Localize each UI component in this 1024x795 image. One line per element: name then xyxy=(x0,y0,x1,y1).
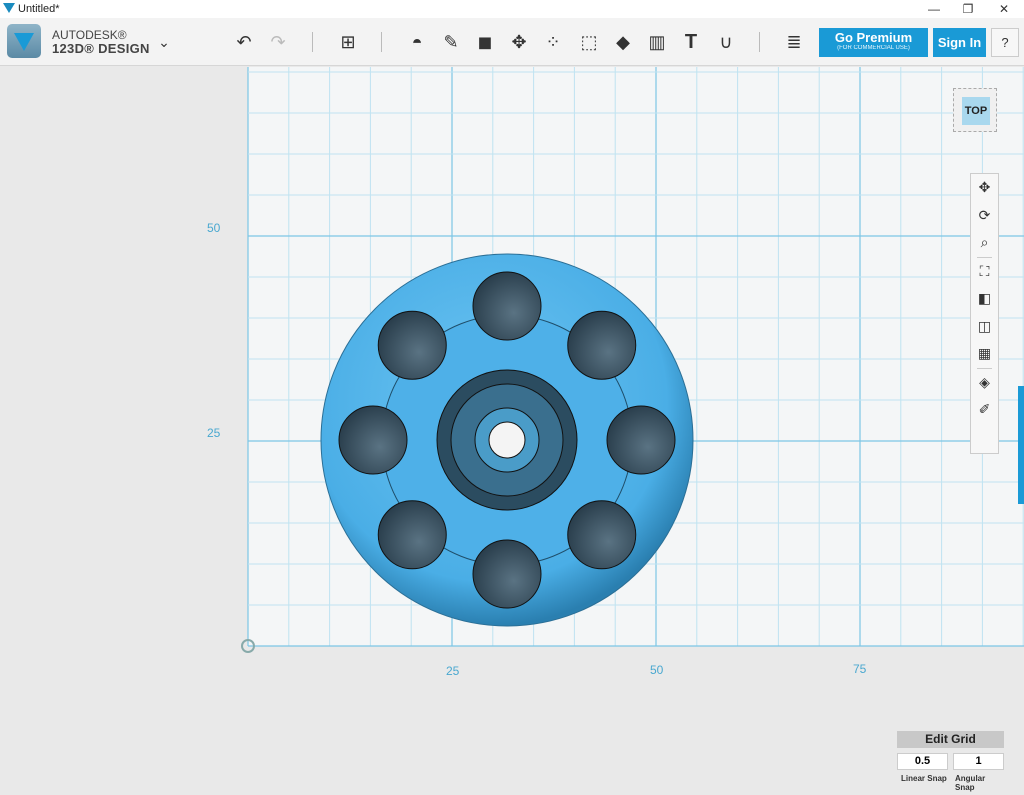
grid-panel: Edit Grid 0.5 1 Linear Snap Angular Snap xyxy=(897,731,1004,792)
window-title: Untitled* xyxy=(18,3,60,15)
brand-line2: 123D® DESIGN xyxy=(52,41,150,56)
wheel-hole xyxy=(606,405,676,475)
zoom-icon[interactable]: ⌕ xyxy=(971,229,998,257)
pattern-icon[interactable]: ⁘ xyxy=(541,30,565,54)
wheel-hole xyxy=(377,310,447,380)
wheel-hole xyxy=(472,271,542,341)
fit-icon[interactable]: ⛶ xyxy=(971,258,998,286)
wheel-hole xyxy=(567,500,637,570)
x-axis-label: 75 xyxy=(853,662,867,676)
group-icon[interactable]: ⬚ xyxy=(577,30,601,54)
x-axis-label: 25 xyxy=(446,664,460,678)
linear-snap-input[interactable]: 0.5 xyxy=(897,753,948,770)
construct-icon[interactable]: ✎ xyxy=(439,30,463,54)
navigation-bar: ✥ ⟳ ⌕ ⛶ ◧ ◫ ▦ ◈ ✐ xyxy=(970,173,999,454)
pan-icon[interactable]: ✥ xyxy=(971,174,998,202)
combine-icon[interactable]: ◆ xyxy=(611,30,635,54)
divider xyxy=(312,32,313,52)
sketch-icon[interactable]: ◓ xyxy=(405,30,429,54)
wheel-hole xyxy=(377,500,447,570)
chevron-down-icon[interactable]: ⌄ xyxy=(152,30,176,54)
premium-sublabel: (FOR COMMERCIAL USE) xyxy=(837,45,910,51)
app-logo-icon xyxy=(3,3,15,13)
primitives-icon[interactable]: ⊞ xyxy=(336,30,360,54)
wheel-hole xyxy=(338,405,408,475)
divider xyxy=(759,32,760,52)
brand-line1: AUTODESK® xyxy=(52,28,127,42)
angular-snap-label: Angular Snap xyxy=(955,774,986,792)
sign-in-button[interactable]: Sign In xyxy=(933,28,986,57)
redo-icon[interactable]: ↷ xyxy=(266,30,290,54)
close-button[interactable]: ✕ xyxy=(986,0,1022,18)
view-cube-face[interactable]: TOP xyxy=(962,97,990,125)
undo-icon[interactable]: ↶ xyxy=(232,30,256,54)
y-axis-label: 25 xyxy=(207,426,221,440)
3d-viewport[interactable]: 25 50 75 50 25 xyxy=(0,67,1024,795)
premium-label: Go Premium xyxy=(834,30,913,45)
wheel-model xyxy=(320,253,694,627)
materials-icon[interactable]: ≣ xyxy=(782,30,806,54)
wheel-hole xyxy=(567,310,637,380)
y-axis-label: 50 xyxy=(207,221,221,235)
edit-grid-button[interactable]: Edit Grid xyxy=(897,731,1004,748)
grid-and-model xyxy=(241,67,1024,653)
text-icon[interactable]: T xyxy=(679,30,703,54)
title-bar: Untitled* — ❐ ✕ xyxy=(0,0,1024,18)
angular-snap-input[interactable]: 1 xyxy=(953,753,1004,770)
minimize-button[interactable]: — xyxy=(916,0,952,18)
measure-icon[interactable]: ▥ xyxy=(645,30,669,54)
main-toolbar: AUTODESK® 123D® DESIGN ⌄ ↶ ↷ ⊞ ◓ ✎ ◼ ✥ ⁘… xyxy=(0,18,1024,66)
app-logo[interactable] xyxy=(7,24,41,58)
restore-button[interactable]: ❐ xyxy=(950,0,986,18)
pattern-move-icon[interactable]: ✥ xyxy=(507,30,531,54)
snap-magnet-icon[interactable]: ∪ xyxy=(714,30,738,54)
divider xyxy=(381,32,382,52)
view-cube[interactable]: TOP xyxy=(953,88,997,132)
material-icon[interactable]: ◈ xyxy=(971,369,998,397)
grid-toggle-icon[interactable]: ▦ xyxy=(971,340,998,368)
x-axis-label: 50 xyxy=(650,663,664,677)
orbit-icon[interactable]: ⟳ xyxy=(971,202,998,230)
solid-sketch-icon[interactable]: ✐ xyxy=(971,396,998,424)
go-premium-button[interactable]: Go Premium (FOR COMMERCIAL USE) xyxy=(819,28,928,57)
help-button[interactable]: ? xyxy=(991,28,1019,57)
wheel-hole xyxy=(472,539,542,609)
side-panel-toggle[interactable] xyxy=(1018,386,1024,504)
linear-snap-label: Linear Snap xyxy=(901,774,947,783)
show-hide-icon[interactable]: ◫ xyxy=(971,313,998,341)
views-icon[interactable]: ◧ xyxy=(971,285,998,313)
modify-icon[interactable]: ◼ xyxy=(473,30,497,54)
